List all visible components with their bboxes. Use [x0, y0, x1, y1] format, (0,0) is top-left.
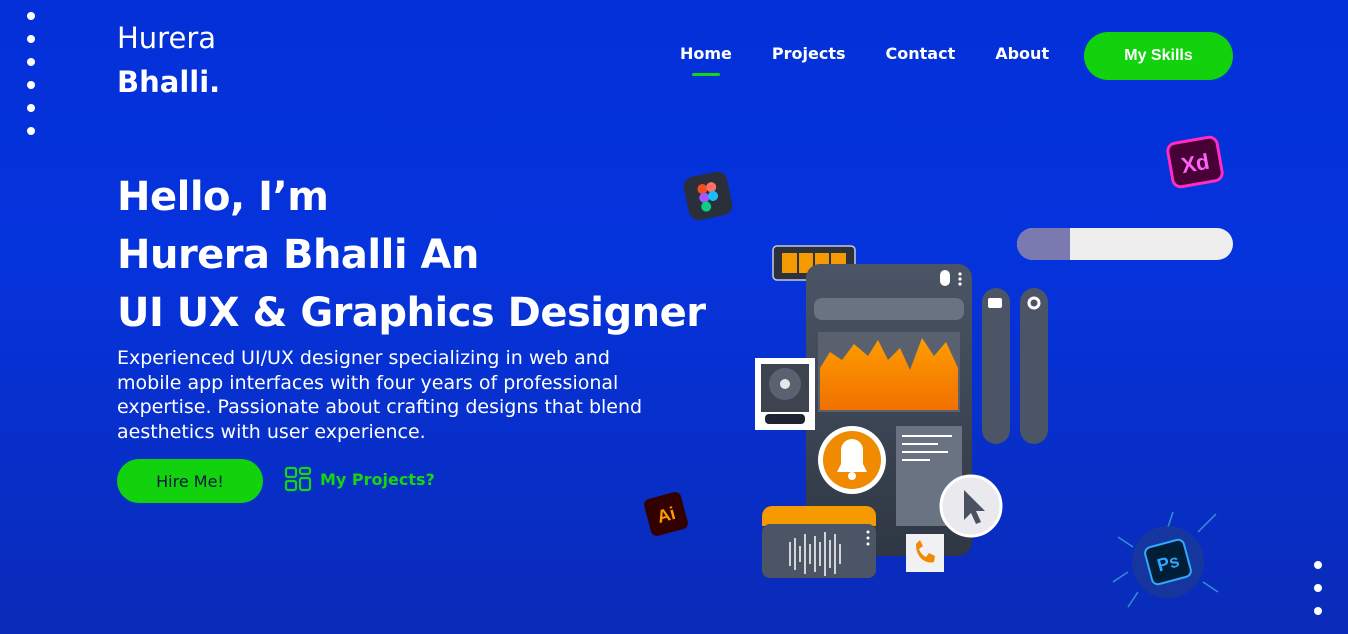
video-icon [988, 298, 1002, 308]
xd-icon: Xd [1166, 135, 1224, 189]
phone-icon [906, 534, 944, 572]
disk-icon [755, 358, 815, 430]
nav-about[interactable]: About [995, 44, 1049, 63]
brand-first-name: Hurera [117, 21, 217, 55]
hero-heading: Hello, I’m Hurera Bhalli An UI UX & Grap… [117, 168, 706, 342]
ai-icon: Ai [644, 492, 688, 536]
video-slider [982, 288, 1010, 444]
xd-label: Xd [1179, 149, 1211, 179]
brand-logo[interactable]: Hurera Bhalli. [117, 16, 220, 104]
progress-bar [1017, 228, 1233, 260]
ps-icon: Ps [1112, 511, 1219, 608]
my-projects-label: My Projects? [320, 469, 435, 489]
hero-illustration: Xd Ai Ps [644, 135, 1233, 608]
bell-icon [818, 426, 886, 494]
main-nav: Home Projects Contact About [680, 44, 1049, 76]
audio-wave-card [762, 506, 876, 578]
hero-line-2: Hurera Bhalli An [117, 232, 479, 278]
figma-icon [683, 171, 733, 221]
hero-description: Experienced UI/UX designer specializing … [117, 347, 643, 443]
my-skills-button[interactable]: My Skills [1084, 32, 1233, 80]
brand-last-name: Bhalli. [117, 65, 221, 99]
hire-me-button[interactable]: Hire Me! [117, 459, 263, 503]
nav-home[interactable]: Home [680, 44, 732, 76]
projects-icon [284, 466, 312, 492]
nav-contact[interactable]: Contact [886, 44, 956, 63]
decorative-dots-left [27, 12, 35, 135]
decorative-dots-right [1314, 561, 1322, 615]
nav-projects[interactable]: Projects [772, 44, 846, 63]
my-projects-link[interactable]: My Projects? [284, 466, 435, 492]
cursor-icon [939, 474, 1003, 538]
hero-line-1: Hello, I’m [117, 174, 329, 220]
hero-line-3: UI UX & Graphics Designer [117, 290, 706, 336]
settings-slider [1020, 288, 1048, 444]
